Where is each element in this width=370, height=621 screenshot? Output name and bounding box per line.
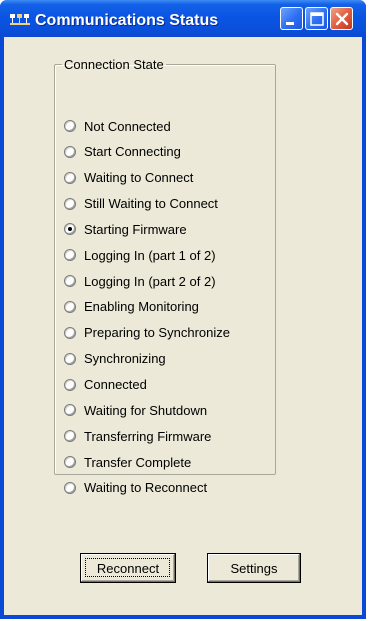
radio-selected-dot [68, 227, 72, 232]
radio-button[interactable] [64, 456, 76, 469]
radio-label: Preparing to Synchronize [84, 325, 230, 341]
radio-label: Not Connected [84, 118, 171, 134]
radio-option[interactable]: Waiting for Shutdown [64, 400, 207, 420]
radio-button[interactable] [64, 404, 76, 417]
radio-option[interactable]: Not Connected [64, 116, 171, 136]
radio-label: Waiting to Connect [84, 170, 194, 186]
settings-button[interactable]: Settings [207, 553, 301, 583]
radio-label: Starting Firmware [84, 221, 187, 237]
radio-option[interactable]: Still Waiting to Connect [64, 194, 218, 214]
radio-label: Logging In (part 1 of 2) [84, 247, 216, 263]
radio-button[interactable] [64, 275, 76, 288]
settings-label: Settings [230, 560, 278, 576]
minimize-button[interactable] [280, 7, 303, 30]
connection-state-legend: Connection State [64, 57, 164, 72]
window-title: Communications Status [35, 12, 219, 29]
radio-button[interactable] [64, 120, 76, 132]
radio-label: Logging In (part 2 of 2) [84, 273, 216, 289]
radio-label: Connected [84, 377, 147, 392]
radio-button[interactable] [64, 171, 76, 184]
radio-option[interactable]: Transferring Firmware [64, 426, 211, 446]
minimize-icon [286, 22, 294, 25]
radio-button[interactable] [64, 300, 76, 313]
radio-label: Waiting for Shutdown [84, 402, 208, 418]
close-button[interactable] [330, 7, 353, 30]
radio-option[interactable]: Connected [64, 375, 147, 395]
reconnect-label: Reconnect [96, 560, 160, 576]
close-icon [335, 12, 349, 26]
radio-label: Transferring Firmware [84, 428, 212, 444]
radio-button[interactable] [64, 145, 76, 158]
radio-option[interactable]: Enabling Monitoring [64, 297, 199, 317]
maximize-icon [310, 12, 324, 26]
radio-option[interactable]: Preparing to Synchronize [64, 323, 230, 343]
radio-option[interactable]: Waiting to Reconnect [64, 478, 207, 498]
radio-button[interactable] [64, 249, 76, 262]
radio-button[interactable] [64, 430, 76, 443]
reconnect-button[interactable]: Reconnect [80, 553, 176, 583]
radio-option[interactable]: Transfer Complete [64, 452, 191, 472]
radio-option[interactable]: Synchronizing [64, 349, 166, 369]
radio-button[interactable] [64, 197, 76, 210]
radio-option[interactable]: Starting Firmware [64, 219, 187, 239]
radio-option[interactable]: Logging In (part 1 of 2) [64, 245, 216, 265]
radio-button[interactable] [64, 352, 76, 365]
radio-label: Synchronizing [84, 351, 166, 367]
radio-option[interactable]: Waiting to Connect [64, 168, 193, 188]
radio-label: Enabling Monitoring [84, 299, 199, 315]
radio-label: Transfer Complete [84, 454, 192, 470]
title-bar[interactable]: Communications Status [0, 0, 366, 37]
radio-label: Start Connecting [84, 144, 181, 160]
radio-option[interactable]: Start Connecting [64, 142, 181, 162]
radio-button[interactable] [64, 326, 76, 339]
radio-button[interactable] [64, 223, 76, 236]
radio-option[interactable]: Logging In (part 2 of 2) [64, 271, 216, 291]
radio-button[interactable] [64, 481, 76, 494]
app-network-icon [10, 14, 30, 25]
maximize-button[interactable] [305, 7, 328, 30]
radio-label: Waiting to Reconnect [84, 480, 208, 496]
radio-button[interactable] [64, 378, 76, 391]
radio-label: Still Waiting to Connect [84, 196, 218, 212]
